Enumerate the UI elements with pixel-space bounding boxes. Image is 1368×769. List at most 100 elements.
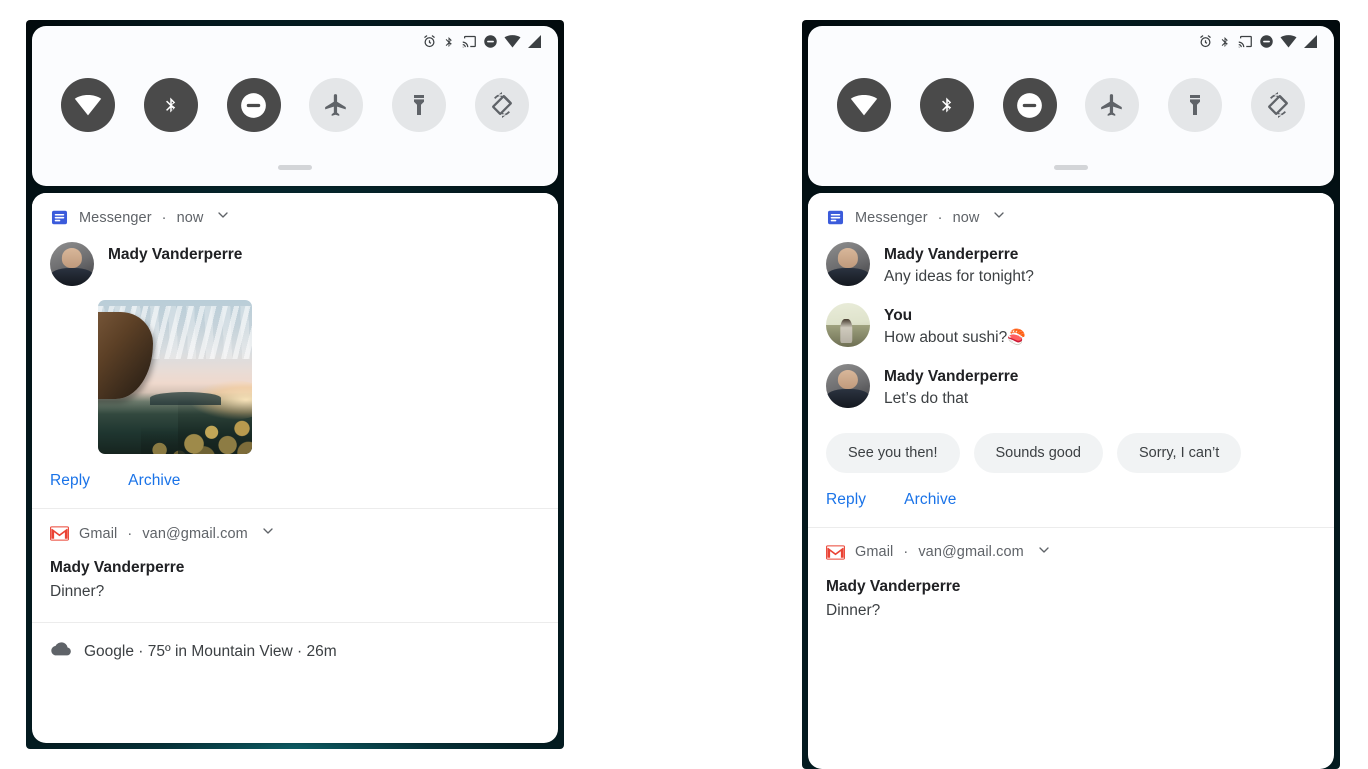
chevron-down-icon[interactable] (215, 207, 231, 228)
quick-tile-airplane[interactable] (1085, 78, 1140, 132)
do-not-disturb-icon (1259, 34, 1274, 54)
alarm-icon (1198, 34, 1213, 54)
chevron-down-icon[interactable] (1036, 542, 1052, 563)
message-text: Any ideas for tonight? (884, 268, 1034, 286)
message-text-row: How about sushi?🍣 (884, 327, 1026, 349)
quick-tile-bluetooth[interactable] (143, 78, 198, 132)
archive-button[interactable]: Archive (904, 491, 956, 509)
avatar (826, 363, 870, 408)
do-not-disturb-icon (483, 34, 498, 54)
quick-tile-dnd[interactable] (226, 78, 281, 132)
gmail-sender: Mady Vanderperre (50, 559, 185, 576)
notification-actions: Reply Archive (808, 491, 1334, 527)
message-text-column: Mady Vanderperre Any ideas for tonight? (884, 242, 1034, 289)
messenger-icon (50, 208, 69, 227)
notification-separator: · (161, 209, 167, 226)
gmail-icon (826, 543, 845, 562)
quick-tile-flashlight[interactable] (1168, 78, 1223, 132)
phone-shade-right: Messenger · now Mady Vanderperre Any ide… (802, 20, 1340, 769)
notification-messenger-right[interactable]: Messenger · now Mady Vanderperre Any ide… (808, 193, 1334, 527)
quick-tile-wifi[interactable] (836, 78, 891, 132)
notification-time: now (952, 209, 980, 226)
bluetooth-icon (443, 34, 455, 55)
notification-gmail-left[interactable]: Gmail · van@gmail.com Mady Vanderperre D… (32, 508, 558, 623)
quick-settings-panel-left (32, 26, 558, 186)
notification-stack-right: Messenger · now Mady Vanderperre Any ide… (808, 193, 1334, 769)
notification-app-line: Messenger (79, 209, 152, 226)
notification-time: now (176, 209, 204, 226)
archive-button[interactable]: Archive (128, 472, 180, 490)
quick-tile-auto-rotate[interactable] (475, 78, 530, 132)
notification-app-line: Gmail (855, 544, 894, 561)
bluetooth-icon (1219, 34, 1231, 55)
cast-icon (1237, 34, 1253, 54)
notification-separator: · (937, 209, 943, 226)
alarm-icon (422, 34, 437, 54)
quick-settings-tiles-left (32, 78, 558, 132)
message-sender: Mady Vanderperre (884, 367, 1019, 385)
smart-reply-chips: See you then! Sounds good Sorry, I can’t (808, 432, 1334, 473)
notification-gmail-right[interactable]: Gmail · van@gmail.com Mady Vanderperre D… (808, 526, 1334, 641)
message-row: Mady Vanderperre (32, 242, 558, 286)
quick-tile-auto-rotate[interactable] (1251, 78, 1306, 132)
quick-tile-dnd[interactable] (1002, 78, 1057, 132)
attached-photo-wrapper (98, 300, 558, 454)
notification-app-line: Messenger (855, 209, 928, 226)
quick-tile-flashlight[interactable] (392, 78, 447, 132)
messenger-icon (826, 208, 845, 227)
cast-icon (461, 34, 477, 54)
reply-button[interactable]: Reply (826, 491, 866, 509)
gmail-notification-body: Mady Vanderperre Dinner? (32, 544, 558, 622)
chevron-down-icon[interactable] (260, 523, 276, 544)
gmail-notification-body: Mady Vanderperre Dinner? (808, 563, 1334, 641)
avatar (826, 242, 870, 286)
reply-button[interactable]: Reply (50, 472, 90, 490)
message-sender: Mady Vanderperre (108, 246, 243, 263)
smart-reply-chip-3[interactable]: Sorry, I can’t (1116, 432, 1242, 473)
message-text: Let’s do that (884, 390, 969, 408)
notification-stack-left: Messenger · now Mady Vanderperre Reply A… (32, 193, 558, 743)
cloud-icon (50, 641, 72, 663)
notification-account: van@gmail.com (918, 544, 1024, 561)
notification-separator: · (903, 544, 909, 561)
shade-drag-handle-right[interactable] (1054, 165, 1088, 170)
message-sender: Mady Vanderperre (884, 246, 1019, 263)
quick-tile-bluetooth[interactable] (919, 78, 974, 132)
message-text-column: You How about sushi?🍣 (884, 303, 1026, 350)
notification-messenger-left[interactable]: Messenger · now Mady Vanderperre Reply A… (32, 193, 558, 508)
notification-separator: · (127, 525, 133, 542)
conversation-message: Mady Vanderperre Let’s do that (808, 363, 1334, 411)
quick-tile-wifi[interactable] (60, 78, 115, 132)
wifi-icon (1280, 35, 1297, 53)
gmail-icon (50, 524, 69, 543)
notification-header: Gmail · van@gmail.com (808, 528, 1334, 563)
status-bar-right (1198, 34, 1318, 54)
notification-google-left[interactable]: Google · 75º in Mountain View · 26m (32, 622, 558, 684)
wifi-icon (504, 35, 521, 53)
quick-settings-tiles-right (808, 78, 1334, 132)
google-notification-text: Google · 75º in Mountain View · 26m (84, 643, 337, 661)
avatar (50, 242, 94, 286)
quick-tile-airplane[interactable] (309, 78, 364, 132)
google-notification-row: Google · 75º in Mountain View · 26m (32, 623, 558, 683)
chevron-down-icon[interactable] (991, 207, 1007, 228)
attached-photo[interactable] (98, 300, 252, 454)
conversation-message: You How about sushi?🍣 (808, 302, 1334, 350)
status-bar-left (422, 34, 542, 54)
avatar (826, 302, 870, 347)
notification-header: Messenger · now (808, 193, 1334, 228)
message-text-column: Mady Vanderperre Let’s do that (884, 364, 1018, 411)
message-text: How about sushi? (884, 329, 1008, 347)
notification-header: Gmail · van@gmail.com (32, 509, 558, 544)
smart-reply-chip-1[interactable]: See you then! (826, 432, 960, 473)
smart-reply-chip-2[interactable]: Sounds good (973, 432, 1103, 473)
signal-icon (1303, 35, 1318, 53)
shade-drag-handle-left[interactable] (278, 165, 312, 170)
photo-foliage-layer (178, 398, 252, 454)
sushi-emoji: 🍣 (1007, 329, 1026, 347)
notification-account: van@gmail.com (142, 525, 248, 542)
notification-header: Messenger · now (32, 193, 558, 228)
gmail-subject: Dinner? (826, 601, 881, 619)
gmail-subject: Dinner? (50, 583, 105, 601)
quick-settings-panel-right (808, 26, 1334, 186)
